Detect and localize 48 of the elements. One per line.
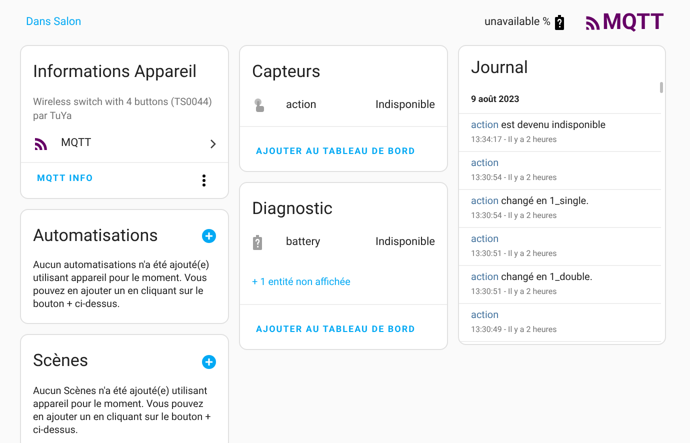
empty-message: Aucun Scènes n'a été ajouté(e) utilisant appareil pour le moment. Vous pouvez en ajouter un en cliquant sur le bouton + ci-dessus.: [33, 384, 212, 436]
card-title: Diagnostic: [251, 198, 334, 220]
card-title: Informations Appareil: [32, 61, 198, 84]
entity-link[interactable]: action: [471, 234, 499, 245]
logbook-message: action est devenu indisponible: [471, 119, 607, 133]
entity-link[interactable]: action: [471, 120, 499, 131]
entity-name[interactable]: battery: [286, 234, 376, 250]
mqtt-info-button[interactable]: MQTT INFO: [37, 173, 94, 187]
card-title: Scènes: [33, 350, 88, 373]
entity-link[interactable]: action: [471, 158, 499, 169]
battery-unknown-icon: [253, 234, 262, 250]
add-icon[interactable]: [202, 354, 216, 369]
logbook-date: 9 août 2023: [459, 82, 661, 114]
battery-unknown-icon: [554, 15, 564, 30]
add-icon[interactable]: [202, 229, 216, 244]
card-title: Capteurs: [251, 61, 322, 84]
logbook-time: 13:30:49 - Il y a 2 heures: [471, 324, 558, 336]
entity-link[interactable]: action: [471, 310, 499, 321]
integration-name: MQTT: [61, 135, 92, 152]
entity-link[interactable]: action: [471, 272, 499, 283]
logbook-message: action changé en 1_single.: [471, 195, 590, 209]
integration-row[interactable]: MQTT: [21, 126, 228, 162]
entity-link[interactable]: action: [471, 196, 499, 207]
entity-name[interactable]: action: [286, 97, 376, 114]
empty-message: Aucun automatisations n'a été ajouté(e) utilisant appareil pour le moment. Vous pouvez en ajouter un en cliquant sur le bouton + ci-dessus.: [33, 259, 210, 311]
area-link[interactable]: Dans Salon: [26, 14, 82, 31]
logbook-time: 13:30:51 - Il y a 2 heures: [471, 248, 558, 260]
logbook-time: 13:30:54 - Il y a 2 heures: [471, 172, 558, 184]
touch-icon: [253, 98, 265, 113]
scrollbar-thumb: [660, 82, 663, 93]
chevron-right-icon: [210, 138, 216, 148]
device-description: Wireless switch with 4 buttons (TS0044) par TuYa: [32, 96, 213, 124]
logbook-time: 13:30:54 - Il y a 2 heures: [471, 210, 558, 222]
add-to-dashboard-button[interactable]: AJOUTER AU TABLEAU DE BORD: [256, 324, 416, 338]
mqtt-logo-icon: [33, 136, 49, 152]
add-to-dashboard-button[interactable]: AJOUTER AU TABLEAU DE BORD: [256, 146, 416, 159]
logbook-time: 13:34:17 - Il y a 2 heures: [471, 134, 558, 146]
battery-reading: unavailable %: [484, 14, 551, 30]
entity-state: Indisponible: [375, 97, 435, 114]
more-options-icon[interactable]: [202, 174, 206, 186]
hidden-entities-link[interactable]: + 1 entité non affichée: [252, 277, 350, 288]
mqtt-logo-text: MQTT: [602, 12, 664, 34]
entity-state: Indisponible: [375, 234, 435, 250]
card-title: Automatisations: [33, 224, 158, 248]
mqtt-logo-icon: [584, 14, 602, 32]
logbook-time: 13:30:51 - Il y a 2 heures: [471, 286, 558, 298]
card-title: Journal: [470, 57, 529, 80]
logbook-message: action changé en 1_double.: [471, 271, 594, 285]
